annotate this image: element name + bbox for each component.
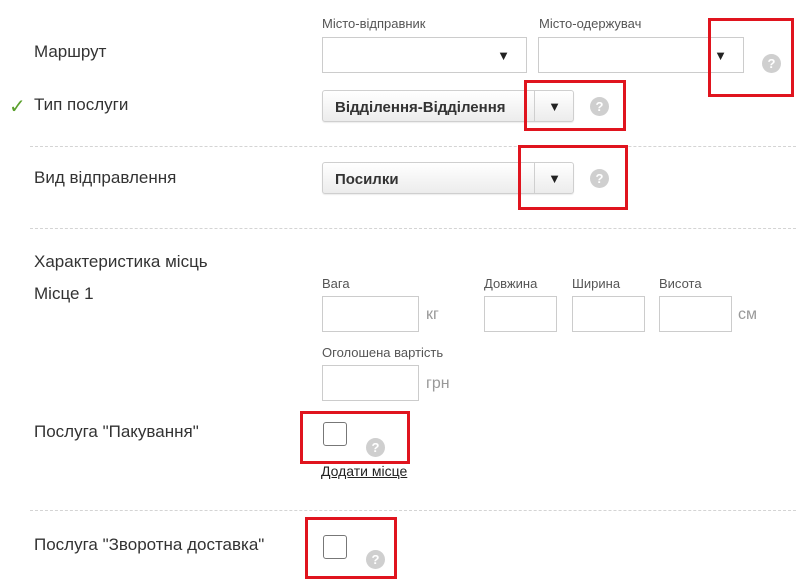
height-label: Висота xyxy=(659,276,702,291)
checkmark-icon: ✓ xyxy=(9,96,26,118)
width-input[interactable] xyxy=(572,296,645,332)
weight-input[interactable] xyxy=(322,296,419,332)
length-input[interactable] xyxy=(484,296,557,332)
recipient-city-label: Місто-одержувач xyxy=(539,16,642,31)
place-label: Місце 1 xyxy=(34,284,94,303)
sender-city-label: Місто-відправник xyxy=(322,16,426,31)
weight-label: Вага xyxy=(322,276,350,291)
width-label: Ширина xyxy=(572,276,621,291)
highlight-box-return-delivery xyxy=(305,517,397,579)
declared-value-input[interactable] xyxy=(322,365,419,401)
places-label: Характеристика місць xyxy=(34,252,208,271)
shipment-type-value: Посилки xyxy=(335,171,399,188)
service-type-value: Відділення-Відділення xyxy=(335,99,506,116)
weight-unit: кг xyxy=(426,306,439,323)
packing-label: Послуга "Пакування" xyxy=(34,422,199,441)
chevron-down-icon: ▼ xyxy=(497,48,510,63)
highlight-box-service-type xyxy=(524,80,626,131)
currency-unit: грн xyxy=(426,375,450,392)
highlight-box-recipient xyxy=(708,18,794,97)
section-divider xyxy=(30,146,796,147)
route-label: Маршрут xyxy=(34,42,107,61)
height-input[interactable] xyxy=(659,296,732,332)
return-delivery-label: Послуга "Зворотна доставка" xyxy=(34,535,265,554)
service-type-label: Тип послуги xyxy=(34,95,129,114)
section-divider xyxy=(30,228,796,229)
highlight-box-shipment-type xyxy=(518,145,628,210)
sender-city-select[interactable]: ▼ xyxy=(322,37,527,73)
shipment-type-label: Вид відправлення xyxy=(34,168,177,187)
declared-value-label: Оголошена вартість xyxy=(322,345,444,360)
add-place-link[interactable]: Додати місце xyxy=(321,463,407,479)
size-unit: см xyxy=(738,306,757,323)
highlight-box-packing xyxy=(300,411,410,464)
section-divider xyxy=(30,510,796,511)
length-label: Довжина xyxy=(484,276,538,291)
